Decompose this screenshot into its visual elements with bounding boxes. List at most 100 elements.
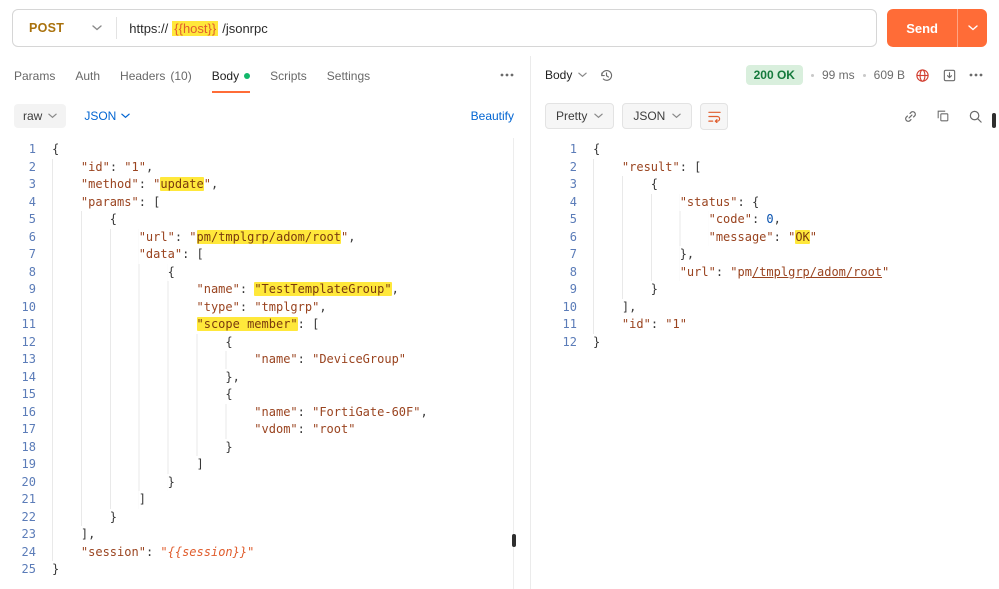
response-size[interactable]: 609 B bbox=[874, 68, 905, 82]
code-token: "session" bbox=[80, 544, 146, 559]
code-token: { bbox=[52, 142, 60, 156]
method-selector[interactable]: POST bbox=[13, 10, 116, 46]
copy-icon[interactable] bbox=[934, 107, 952, 125]
scrollbar-thumb[interactable] bbox=[512, 534, 516, 547]
code-token: " bbox=[809, 229, 817, 244]
code-token: : [ bbox=[138, 194, 161, 209]
code-token: : bbox=[297, 352, 313, 366]
line-number: 3 bbox=[569, 177, 577, 191]
response-time[interactable]: 99 ms bbox=[822, 68, 855, 82]
code-line: 11 "id": "1" bbox=[531, 316, 999, 334]
code-text: "url": "pm/tmplgrp/adom/root" bbox=[577, 263, 890, 281]
tab-body[interactable]: Body bbox=[211, 58, 251, 93]
chevron-down-icon bbox=[967, 25, 978, 31]
code-line: 7 }, bbox=[531, 246, 999, 264]
code-token: : bbox=[138, 177, 154, 191]
response-panel: Body 200 OK 99 ms 609 B Pretty JSON 1 {… bbox=[531, 56, 999, 589]
code-token: : bbox=[109, 159, 125, 174]
tab-auth[interactable]: Auth bbox=[75, 58, 100, 93]
code-line: 25} bbox=[0, 561, 530, 579]
code-text: ], bbox=[577, 298, 637, 316]
tab-label: Headers bbox=[120, 68, 166, 83]
code-token: : bbox=[773, 229, 789, 244]
response-body-selector[interactable]: Body bbox=[545, 68, 588, 82]
code-line: 1{ bbox=[0, 141, 530, 159]
request-tabs: Params Auth Headers (10) Body Scripts Set… bbox=[0, 56, 530, 94]
save-response-icon[interactable] bbox=[940, 66, 959, 85]
response-language-selector[interactable]: JSON bbox=[622, 103, 693, 129]
code-token: } bbox=[52, 509, 118, 524]
code-token: "1" bbox=[665, 317, 687, 331]
wrap-text-icon[interactable] bbox=[700, 102, 729, 130]
code-token: "code" bbox=[708, 212, 752, 226]
code-text: "id": "1", bbox=[36, 158, 154, 176]
status-badge[interactable]: 200 OK bbox=[745, 65, 803, 85]
highlighted-token: "scope member" bbox=[196, 317, 298, 331]
code-token: "DeviceGroup" bbox=[312, 352, 407, 366]
tab-scripts[interactable]: Scripts bbox=[270, 58, 307, 93]
line-number: 4 bbox=[569, 194, 577, 209]
code-line: 1{ bbox=[531, 141, 999, 159]
line-number: 16 bbox=[21, 404, 36, 419]
code-line: 3 { bbox=[531, 176, 999, 194]
code-line: 8 { bbox=[0, 263, 530, 281]
language-selector[interactable]: JSON bbox=[84, 109, 131, 123]
more-options-icon[interactable] bbox=[498, 71, 516, 79]
code-token: , bbox=[348, 229, 356, 244]
tab-label: Scripts bbox=[270, 68, 307, 83]
chevron-down-icon bbox=[594, 113, 604, 119]
code-token: "pm bbox=[730, 264, 752, 279]
code-text: "vdom": "root" bbox=[36, 421, 356, 439]
code-line: 8 "url": "pm/tmplgrp/adom/root" bbox=[531, 263, 999, 281]
beautify-button[interactable]: Beautify bbox=[471, 109, 514, 123]
code-token: : [ bbox=[297, 317, 320, 331]
send-options-button[interactable] bbox=[957, 9, 987, 47]
code-text: ] bbox=[36, 491, 146, 509]
more-options-icon[interactable] bbox=[967, 71, 985, 79]
code-text: }, bbox=[36, 368, 240, 386]
tab-settings[interactable]: Settings bbox=[327, 58, 370, 93]
network-warning-icon[interactable] bbox=[913, 66, 932, 85]
code-token: } bbox=[593, 334, 601, 349]
code-text: "name": "FortiGate-60F", bbox=[36, 403, 428, 421]
line-number: 1 bbox=[569, 142, 577, 156]
code-token: { bbox=[52, 264, 175, 279]
code-token: , bbox=[420, 404, 428, 419]
code-line: 12 { bbox=[0, 333, 530, 351]
send-button[interactable]: Send bbox=[887, 9, 957, 47]
request-body-editor[interactable]: 1{2 "id": "1", 3 "method": "update", 4 "pa… bbox=[0, 138, 530, 589]
format-selector[interactable]: Pretty bbox=[545, 103, 615, 129]
url-input[interactable]: https://{{host}}/jsonrpc bbox=[117, 20, 876, 36]
variable-token: "{{session}}" bbox=[160, 544, 255, 559]
request-panel: Params Auth Headers (10) Body Scripts Set… bbox=[0, 56, 531, 589]
code-token: : bbox=[239, 282, 255, 296]
code-token: "data" bbox=[138, 247, 183, 261]
separator-dot bbox=[862, 73, 866, 77]
tab-params[interactable]: Params bbox=[14, 58, 55, 93]
body-type-selector[interactable]: raw bbox=[14, 104, 67, 128]
line-number: 22 bbox=[21, 509, 36, 524]
chevron-down-icon bbox=[121, 113, 131, 119]
line-number: 13 bbox=[21, 352, 36, 366]
code-line: 10 ], bbox=[531, 298, 999, 316]
code-line: 23 ], bbox=[0, 526, 530, 544]
code-line: 6 "url": "pm/tmplgrp/adom/root", bbox=[0, 228, 530, 246]
history-icon[interactable] bbox=[597, 66, 616, 85]
scrollbar-thumb[interactable] bbox=[992, 113, 996, 128]
tab-headers[interactable]: Headers (10) bbox=[120, 58, 192, 93]
code-token: "id" bbox=[80, 159, 110, 174]
code-token: , bbox=[319, 299, 327, 314]
link-icon[interactable] bbox=[901, 107, 920, 126]
code-token: "1" bbox=[124, 159, 146, 174]
line-number: 5 bbox=[28, 212, 36, 226]
code-text: "message": "OK" bbox=[577, 228, 817, 246]
line-number: 15 bbox=[21, 387, 36, 401]
code-text: { bbox=[36, 211, 118, 229]
code-token: ], bbox=[593, 299, 637, 314]
search-icon[interactable] bbox=[966, 107, 985, 126]
code-token: "vdom" bbox=[254, 422, 298, 436]
code-line: 17 "vdom": "root" bbox=[0, 421, 530, 439]
